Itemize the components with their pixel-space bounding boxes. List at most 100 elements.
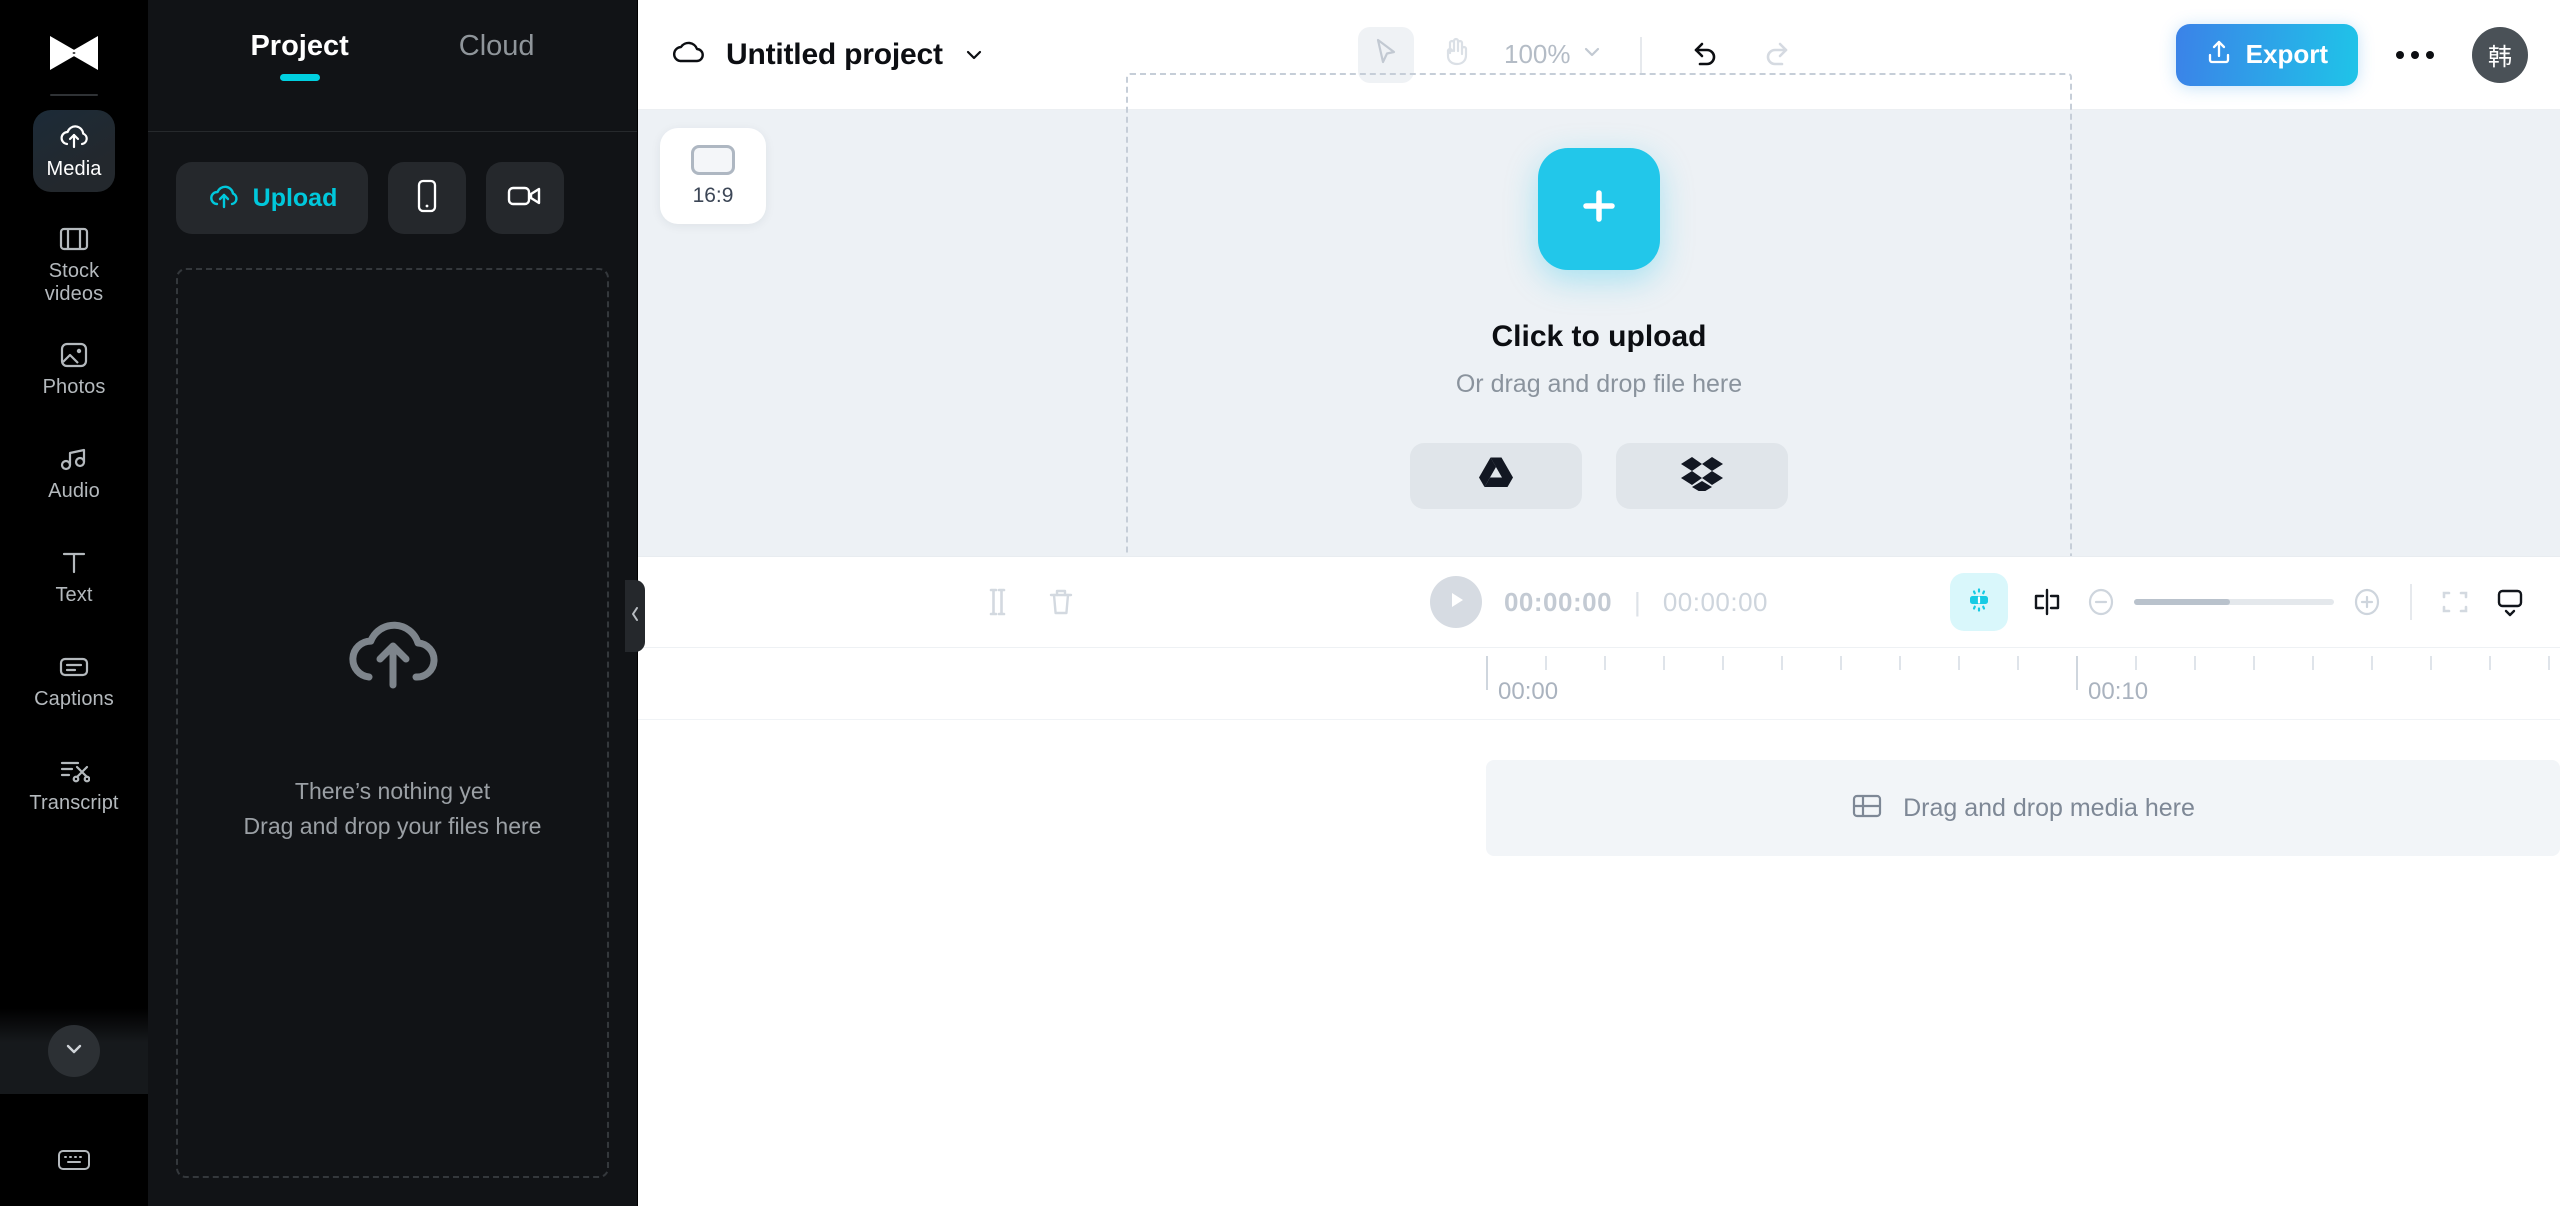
media-panel: Project Cloud Upload There’s nothing yet…	[148, 0, 638, 1206]
add-media-button[interactable]	[1538, 147, 1660, 270]
media-grid-icon	[1851, 792, 1883, 825]
timeline-tracks: Drag and drop media here	[638, 720, 2560, 1206]
image-icon	[57, 339, 91, 371]
sidebar-item-label: Transcript	[29, 792, 119, 814]
video-camera-icon	[507, 183, 543, 214]
cloud-upload-icon	[207, 182, 241, 215]
panel-collapse-handle[interactable]	[625, 580, 645, 652]
left-rail: Media Stock videos Photos Audio Text Cap…	[0, 0, 148, 1206]
ruler-label: 00:10	[2088, 678, 2149, 705]
editor-right: Untitled project 100% Export 韩 16:9 Clic…	[638, 0, 2560, 1206]
export-button[interactable]: Export	[2175, 23, 2358, 86]
more-dots-icon[interactable]	[2386, 41, 2444, 69]
redo-icon	[1761, 38, 1791, 71]
transcript-scissors-icon	[57, 755, 91, 787]
timeline-divider	[2410, 584, 2412, 620]
zoom-level-select[interactable]: 100%	[1504, 39, 1605, 70]
caption-box-icon	[57, 651, 91, 683]
preview-quality-button[interactable]	[2494, 586, 2526, 618]
zoom-in-button[interactable]	[2352, 587, 2382, 617]
sidebar-item-photos[interactable]: Photos	[33, 328, 115, 410]
project-title-group: Untitled project	[668, 36, 987, 73]
panel-empty-subtitle: Drag and drop your files here	[243, 812, 542, 839]
timeline-edit-tools	[672, 585, 1076, 619]
chevron-down-icon	[61, 1036, 87, 1067]
upload-button-label: Upload	[252, 183, 338, 212]
sidebar-item-media[interactable]: Media	[33, 110, 115, 192]
play-icon	[1446, 589, 1466, 616]
play-button[interactable]	[1429, 576, 1482, 628]
cloud-upload-icon	[57, 121, 91, 153]
rail-collapse-area	[0, 1008, 148, 1094]
toolbar-divider	[1640, 36, 1643, 73]
chevron-down-icon	[1580, 40, 1604, 69]
snap-align-button[interactable]	[2032, 587, 2062, 617]
canvas-dropzone-title: Click to upload	[1491, 319, 1707, 353]
avatar[interactable]: 韩	[2472, 26, 2528, 83]
zoom-slider-fill	[2134, 599, 2230, 605]
tab-project[interactable]: Project	[250, 30, 348, 81]
fit-screen-button[interactable]	[2440, 587, 2470, 617]
sidebar-item-label: Stock videos	[44, 259, 104, 305]
text-t-icon	[57, 547, 91, 579]
panel-empty-title: There’s nothing yet	[294, 777, 491, 804]
track-dropzone-label: Drag and drop media here	[1903, 793, 2195, 822]
ruler-label: 00:00	[1498, 678, 1559, 705]
cloud-upload-icon	[339, 607, 447, 700]
sidebar-item-label: Audio	[48, 480, 100, 502]
sidebar-item-transcript[interactable]: Transcript	[29, 744, 118, 826]
panel-dropzone[interactable]: There’s nothing yet Drag and drop your f…	[176, 268, 609, 1178]
share-upload-icon	[2206, 38, 2232, 71]
panel-tabs: Project Cloud	[148, 0, 637, 132]
aspect-ratio-label: 16:9	[692, 183, 734, 207]
export-button-label: Export	[2245, 39, 2328, 69]
timeline-toolbar: 00:00:00 | 00:00:00	[638, 556, 2560, 648]
aspect-ratio-chip[interactable]: 16:9	[660, 128, 766, 224]
top-actions: Export 韩	[2175, 23, 2528, 86]
film-strip-icon	[57, 223, 91, 255]
tab-cloud[interactable]: Cloud	[459, 30, 535, 81]
timeline-ruler[interactable]: 00:00 00:10 00:20 00:30	[638, 648, 2560, 720]
sidebar-item-captions[interactable]: Captions	[33, 640, 115, 722]
rail-collapse-button[interactable]	[48, 1025, 100, 1077]
split-button[interactable]	[982, 585, 1012, 619]
capcut-logo[interactable]	[46, 30, 102, 76]
page-title[interactable]: Untitled project	[726, 38, 943, 72]
canvas-dropzone-subtitle: Or drag and drop file here	[1455, 369, 1743, 398]
plus-icon	[1576, 183, 1622, 234]
rail-item-list: Media Stock videos Photos Audio Text Cap…	[0, 110, 148, 848]
aspect-ratio-icon	[691, 144, 735, 175]
sidebar-item-label: Photos	[42, 376, 106, 398]
zoom-level-value: 100%	[1503, 39, 1571, 69]
sidebar-item-label: Media	[46, 158, 102, 180]
cloud-source-row	[1410, 442, 1788, 509]
delete-button[interactable]	[1046, 585, 1076, 619]
upload-button[interactable]: Upload	[176, 162, 368, 234]
dropbox-icon	[1681, 455, 1723, 496]
timecode-separator: |	[1634, 586, 1641, 617]
canvas-dropzone[interactable]: Click to upload Or drag and drop file he…	[1126, 73, 2072, 583]
sidebar-item-audio[interactable]: Audio	[33, 432, 115, 514]
keyboard-icon[interactable]	[57, 1147, 91, 1178]
current-timecode: 00:00:00	[1503, 586, 1613, 617]
dropbox-button[interactable]	[1616, 442, 1788, 509]
upload-button-row: Upload	[148, 132, 637, 234]
music-note-icon	[57, 443, 91, 475]
zoom-slider-track[interactable]	[2134, 599, 2334, 605]
record-button[interactable]	[486, 162, 564, 234]
track-dropzone[interactable]: Drag and drop media here	[1486, 760, 2560, 856]
chevron-left-icon	[629, 604, 641, 629]
rail-bottom-area	[0, 1147, 148, 1178]
google-drive-icon	[1476, 455, 1516, 496]
undo-icon	[1691, 38, 1721, 71]
google-drive-button[interactable]	[1410, 442, 1582, 509]
sidebar-item-text[interactable]: Text	[33, 536, 115, 618]
app-root: Media Stock videos Photos Audio Text Cap…	[0, 0, 2560, 1206]
zoom-out-button[interactable]	[2086, 587, 2116, 617]
auto-magic-icon	[1964, 585, 1994, 620]
auto-magic-button[interactable]	[1950, 573, 2008, 631]
chevron-down-icon[interactable]	[961, 42, 987, 68]
upload-from-phone-button[interactable]	[388, 162, 466, 234]
sidebar-item-stock-videos[interactable]: Stock videos	[33, 214, 115, 314]
sidebar-item-label: Captions	[34, 688, 114, 710]
